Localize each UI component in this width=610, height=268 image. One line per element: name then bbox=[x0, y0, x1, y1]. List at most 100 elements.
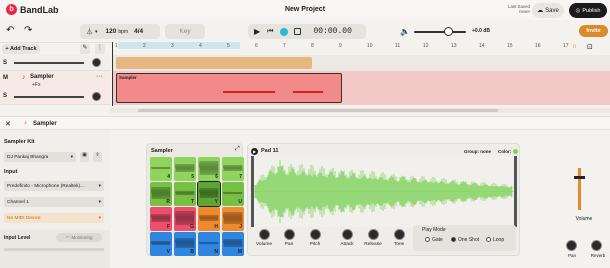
waveform-display[interactable] bbox=[251, 156, 517, 227]
bpm-value[interactable]: 120 bbox=[106, 28, 117, 35]
skip-back-icon[interactable]: ⏮ bbox=[267, 28, 273, 36]
group-select[interactable]: Group: none bbox=[464, 149, 491, 154]
master-volume-handle[interactable] bbox=[444, 27, 453, 36]
upload-icon[interactable]: ⇪ bbox=[93, 152, 102, 162]
loop-region[interactable] bbox=[118, 42, 240, 49]
kit-label: Sampler Kit bbox=[4, 139, 35, 145]
metronome-icon[interactable]: ⏃ bbox=[86, 27, 93, 37]
kit-select[interactable]: DJ Pankaj Bhangra ▾ bbox=[4, 152, 76, 162]
sampler-pad[interactable]: 6 bbox=[198, 157, 220, 181]
undo-icon[interactable]: ↶ bbox=[6, 25, 14, 36]
play-mode-radio-one-shot[interactable] bbox=[451, 237, 456, 242]
color-swatch[interactable] bbox=[513, 149, 518, 154]
pan-knob[interactable] bbox=[92, 58, 101, 67]
chevron-down-icon: ▾ bbox=[98, 183, 101, 189]
chevron-down-icon: ▾ bbox=[98, 215, 101, 221]
channel-select[interactable]: Channel 1 ▾ bbox=[4, 197, 104, 207]
sampler-card-title: Sampler bbox=[151, 148, 173, 154]
trim-end-handle[interactable] bbox=[514, 156, 517, 227]
publish-button[interactable]: ◎ Publish bbox=[569, 3, 607, 18]
sampler-pad[interactable]: F bbox=[150, 207, 172, 231]
timeline-ruler[interactable]: 1 2 3 4 5 6 7 8 9 10 11 12 13 14 15 16 17 bbox=[112, 42, 610, 55]
solo-button[interactable]: S bbox=[3, 60, 7, 66]
track-header-sampler[interactable]: M S ♪ Sampler +Fx ··· bbox=[0, 71, 110, 105]
release-knob[interactable] bbox=[368, 229, 379, 240]
sampler-pad[interactable]: H bbox=[198, 207, 220, 231]
sampler-pad[interactable]: J bbox=[222, 207, 244, 231]
scrollbar-thumb[interactable] bbox=[138, 109, 498, 112]
time-signature[interactable]: 4/4 bbox=[134, 28, 143, 35]
sampler-pad[interactable]: B bbox=[174, 232, 196, 256]
volume-fader[interactable] bbox=[578, 168, 581, 210]
play-mode-radio-loop[interactable] bbox=[486, 237, 491, 242]
input-device-select[interactable]: Predefinito - Microphone (Realtek)... ▾ bbox=[4, 181, 104, 191]
volume-label: Volume bbox=[256, 242, 272, 247]
chevron-down-icon: ▾ bbox=[98, 199, 101, 205]
reverb-knob[interactable] bbox=[591, 240, 602, 251]
sampler-pad[interactable]: T bbox=[174, 182, 196, 206]
sampler-pad[interactable]: R bbox=[150, 182, 172, 206]
loop-icon[interactable] bbox=[294, 28, 302, 35]
key-selector[interactable]: Key bbox=[165, 24, 205, 39]
pitch-knob[interactable] bbox=[310, 229, 321, 240]
wand-icon[interactable]: ✎ bbox=[80, 44, 90, 54]
sampler-pad[interactable]: V bbox=[150, 232, 172, 256]
play-mode-radio-gate[interactable] bbox=[425, 237, 430, 242]
monitoring-toggle[interactable]: ◠ Monitoring bbox=[56, 233, 102, 242]
save-kit-icon[interactable]: ▣ bbox=[80, 152, 89, 162]
save-button[interactable]: ☁ Save bbox=[532, 3, 564, 18]
invite-button[interactable]: Invite bbox=[579, 25, 608, 37]
pad-key: M bbox=[237, 249, 242, 255]
sampler-pad[interactable]: M bbox=[222, 232, 244, 256]
sampler-pad[interactable]: 7 bbox=[222, 157, 244, 181]
pan-knob[interactable] bbox=[92, 92, 101, 101]
volume-knob[interactable] bbox=[259, 229, 270, 240]
chevron-down-icon[interactable]: ▾ bbox=[95, 29, 98, 35]
tone-knob[interactable] bbox=[394, 229, 405, 240]
track-volume-slider[interactable] bbox=[14, 62, 84, 64]
trim-start-handle[interactable] bbox=[251, 156, 254, 227]
expand-icon[interactable]: ⤢ bbox=[235, 146, 240, 153]
sampler-pad[interactable]: U bbox=[222, 182, 244, 206]
sampler-pad[interactable]: G bbox=[174, 207, 196, 231]
add-track-button[interactable]: + Add Track bbox=[2, 44, 40, 54]
play-mode-label-one-shot: One Shot bbox=[458, 236, 480, 243]
track-name[interactable]: Sampler bbox=[30, 74, 54, 80]
audio-clip[interactable] bbox=[116, 57, 312, 69]
channel-value: Channel 1 bbox=[7, 199, 29, 205]
horizontal-scrollbar[interactable] bbox=[110, 108, 610, 113]
grid-icon[interactable]: ⋮ bbox=[95, 44, 105, 54]
record-icon[interactable] bbox=[280, 27, 289, 36]
ruler-bar-label: 8 bbox=[311, 43, 314, 49]
ruler-bar-label: 16 bbox=[535, 43, 541, 49]
more-icon[interactable]: ··· bbox=[96, 73, 103, 80]
magnet-icon[interactable]: ∩ bbox=[572, 43, 577, 50]
track-volume-slider[interactable] bbox=[14, 96, 84, 98]
playhead[interactable] bbox=[112, 42, 113, 106]
pan-knob[interactable] bbox=[284, 229, 295, 240]
play-icon[interactable]: ▶ bbox=[254, 27, 260, 36]
pan-knob[interactable] bbox=[566, 240, 577, 251]
attack-knob[interactable] bbox=[342, 229, 353, 240]
sampler-pad[interactable]: N bbox=[198, 232, 220, 256]
solo-button[interactable]: S bbox=[3, 93, 7, 99]
volume-fader-handle[interactable] bbox=[574, 176, 585, 179]
sampler-clip[interactable]: Sampler bbox=[116, 73, 342, 103]
redo-icon[interactable]: ↷ bbox=[24, 25, 32, 36]
sampler-pad[interactable]: 4 bbox=[150, 157, 172, 181]
sampler-pad[interactable]: Y bbox=[197, 181, 221, 207]
last-saved-status: Last Saved never bbox=[500, 4, 530, 14]
play-icon[interactable]: ▶ bbox=[251, 148, 258, 155]
pad-name[interactable]: Pad 11 bbox=[261, 148, 278, 154]
fx-button[interactable]: +Fx bbox=[32, 82, 40, 88]
zoom-icon[interactable]: ⊡ bbox=[587, 43, 593, 51]
midi-device-select[interactable]: No MIDI Device ▾ bbox=[4, 213, 104, 223]
track-header-1[interactable]: S bbox=[0, 55, 110, 71]
ruler-bar-label: 3 bbox=[171, 43, 174, 49]
sampler-pad[interactable]: 5 bbox=[174, 157, 196, 181]
mute-button[interactable]: M bbox=[3, 75, 8, 81]
close-icon[interactable]: ✕ bbox=[5, 120, 11, 128]
master-volume-slider[interactable] bbox=[414, 31, 466, 33]
bandlab-logo[interactable]: b BandLab bbox=[6, 4, 59, 15]
pan-label: Pan bbox=[284, 242, 294, 247]
